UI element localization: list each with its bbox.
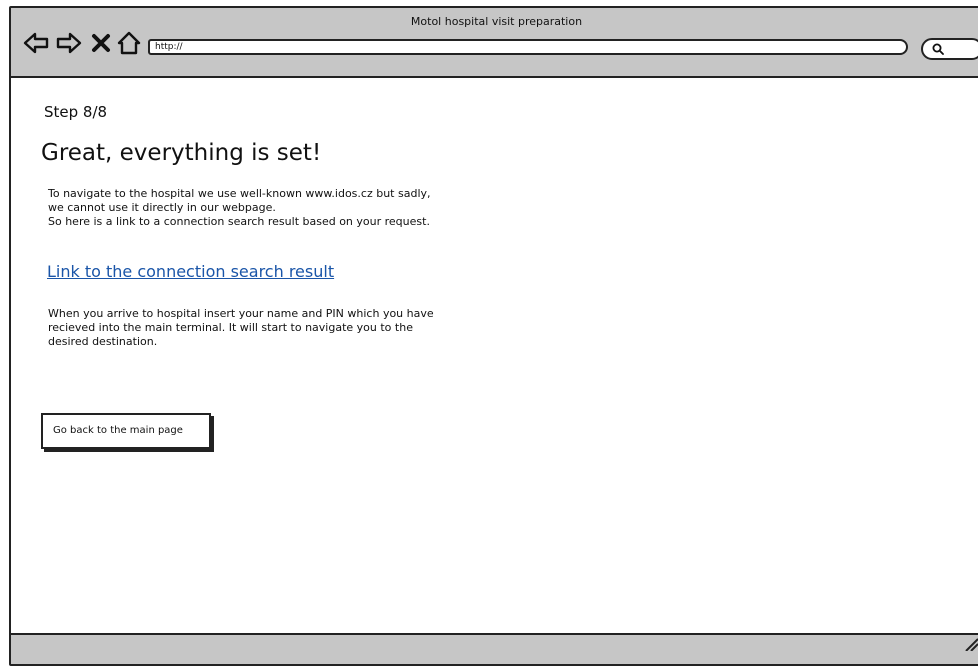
status-bar — [11, 633, 978, 664]
stop-button[interactable] — [90, 30, 112, 56]
intro-line: To navigate to the hospital we use well-… — [48, 187, 431, 200]
search-icon — [932, 43, 944, 55]
arrow-right-icon — [56, 32, 82, 54]
window-title: Motol hospital visit preparation — [410, 15, 583, 28]
home-button[interactable] — [116, 30, 142, 56]
intro-line: So here is a link to a connection search… — [48, 215, 430, 228]
step-indicator: Step 8/8 — [44, 103, 108, 121]
url-input[interactable]: http:// — [148, 39, 908, 55]
home-icon — [117, 31, 141, 55]
intro-paragraph: To navigate to the hospital we use well-… — [48, 187, 548, 229]
instructions-line: recieved into the main terminal. It will… — [48, 321, 413, 334]
arrow-left-icon — [23, 32, 49, 54]
instructions-paragraph: When you arrive to hospital insert your … — [48, 307, 548, 349]
connection-search-link[interactable]: Link to the connection search result — [47, 262, 334, 281]
search-button[interactable] — [921, 38, 978, 60]
back-to-main-page-button[interactable]: Go back to the main page — [41, 413, 211, 449]
close-icon — [92, 34, 110, 52]
forward-button[interactable] — [55, 30, 83, 56]
resize-grip-icon[interactable] — [964, 637, 978, 651]
instructions-line: When you arrive to hospital insert your … — [48, 307, 434, 320]
browser-window: Motol hospital visit preparation http:// — [9, 6, 978, 666]
page-title: Great, everything is set! — [41, 140, 322, 166]
browser-toolbar: Motol hospital visit preparation http:// — [11, 8, 978, 78]
intro-line: we cannot use it directly in our webpage… — [48, 201, 276, 214]
back-button[interactable] — [22, 30, 50, 56]
instructions-line: desired destination. — [48, 335, 158, 348]
